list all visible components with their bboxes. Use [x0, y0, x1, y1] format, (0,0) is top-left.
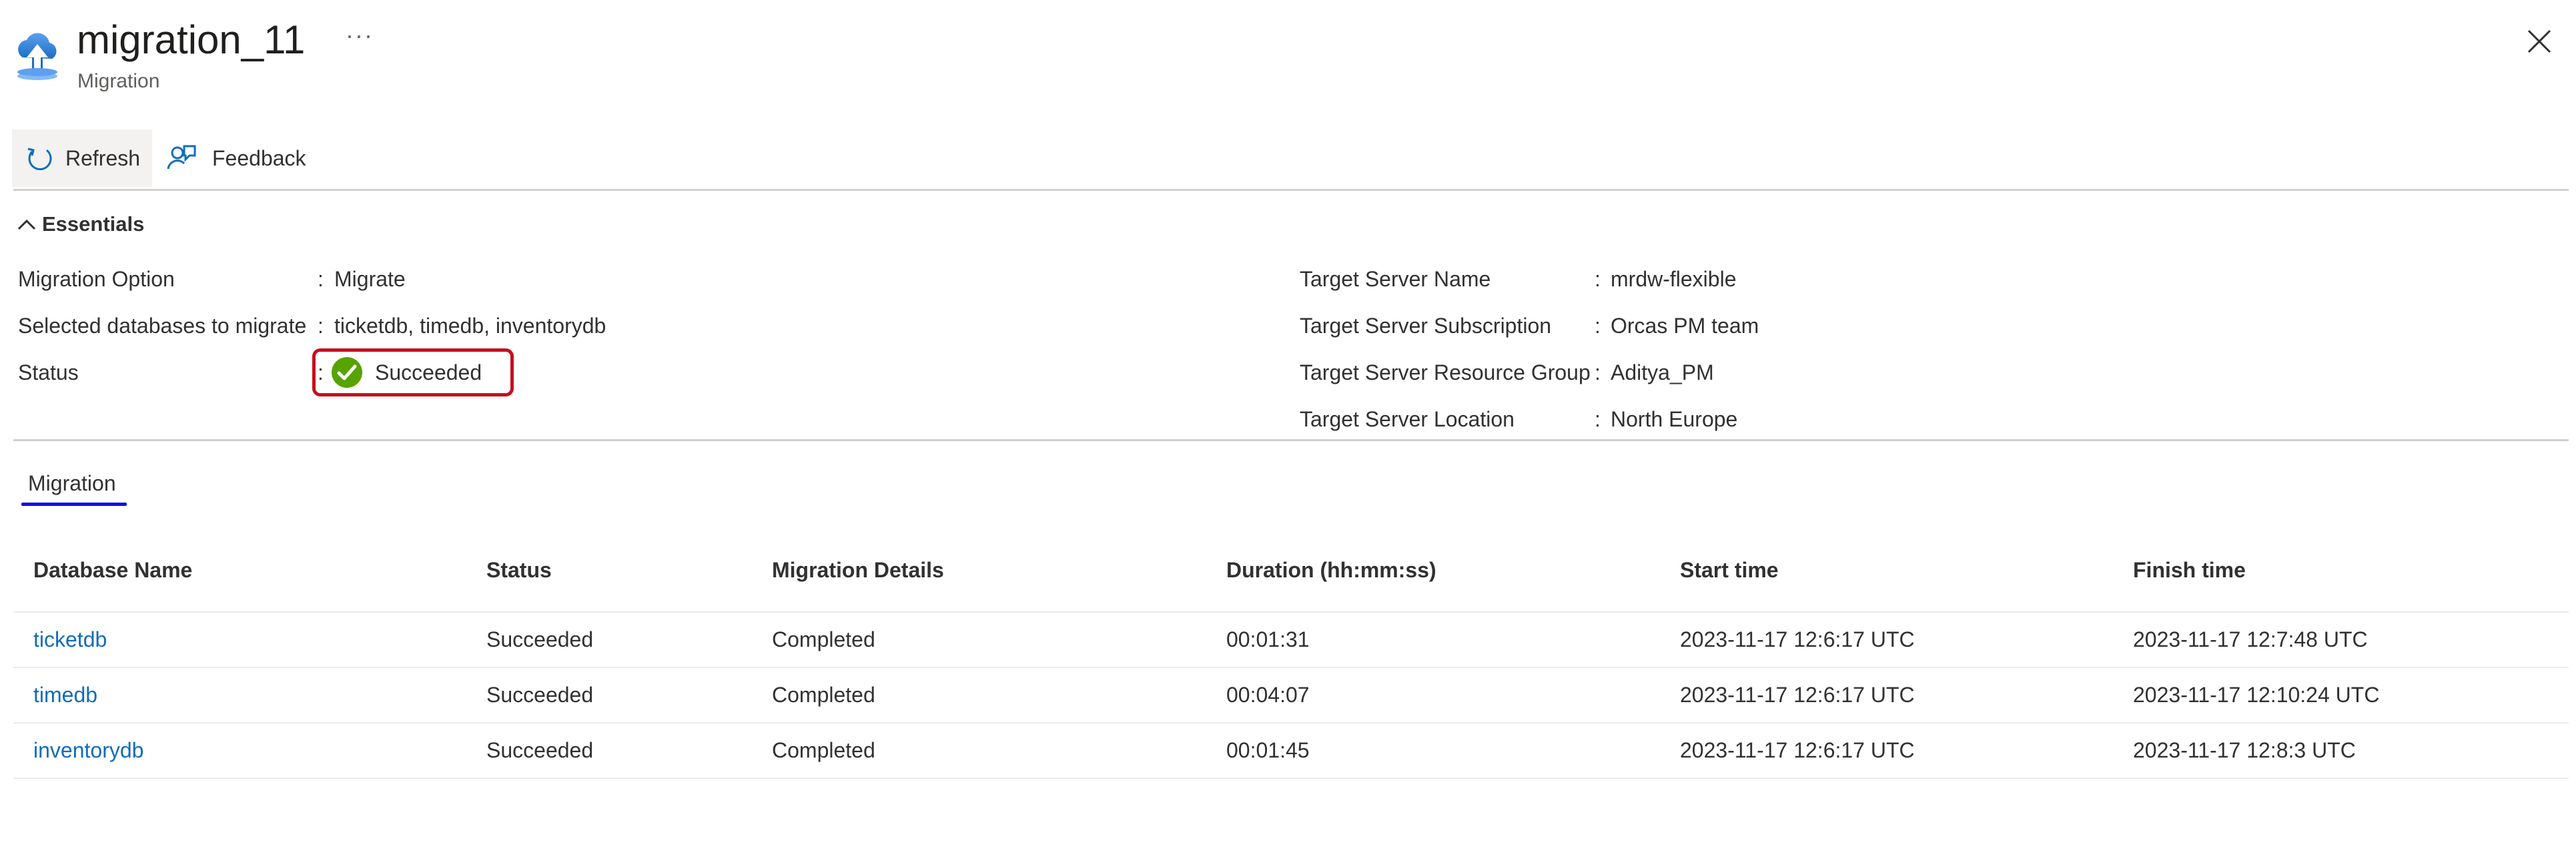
separator: : [318, 314, 324, 338]
database-link[interactable]: timedb [33, 683, 97, 707]
separator: : [1595, 360, 1601, 384]
column-header[interactable]: Duration (hh:mm:ss) [1226, 558, 1436, 583]
row-divider [13, 611, 2569, 613]
target-server-location-label: Target Server Location [1300, 407, 1515, 431]
target-server-name-value: mrdw-flexible [1611, 267, 1737, 291]
separator: : [1595, 267, 1601, 291]
status-value: Succeeded [375, 360, 482, 384]
separator: : [1595, 314, 1601, 338]
status-label: Status [18, 360, 79, 384]
row-divider [13, 778, 2569, 779]
column-header[interactable]: Start time [1680, 558, 1779, 583]
essentials-divider [13, 439, 2569, 441]
table-cell: Completed [772, 683, 875, 707]
table-cell: 2023-11-17 12:6:17 UTC [1680, 738, 1915, 762]
target-server-name-label: Target Server Name [1300, 267, 1491, 291]
table-cell: 00:01:31 [1226, 627, 1310, 651]
refresh-button[interactable]: Refresh [12, 129, 152, 187]
database-link[interactable]: ticketdb [33, 627, 107, 652]
table-cell: 2023-11-17 12:8:3 UTC [2133, 738, 2356, 762]
feedback-button[interactable]: Feedback [160, 129, 327, 187]
tab-active-indicator [21, 503, 127, 506]
table-cell: Completed [772, 738, 875, 762]
table-cell: 2023-11-17 12:10:24 UTC [2133, 683, 2380, 707]
column-header[interactable]: Status [486, 558, 552, 583]
table-cell: Succeeded [486, 738, 594, 762]
target-resource-group-label: Target Server Resource Group [1300, 360, 1591, 384]
refresh-label: Refresh [65, 146, 141, 170]
essentials-label: Essentials [42, 212, 145, 236]
table-cell: 00:01:45 [1226, 738, 1310, 762]
migration-option-label: Migration Option [18, 267, 175, 291]
feedback-label: Feedback [212, 146, 306, 170]
table-cell: 00:04:07 [1226, 683, 1310, 707]
close-icon[interactable] [2525, 27, 2554, 56]
more-options-button[interactable]: ··· [346, 21, 374, 49]
database-link[interactable]: inventorydb [33, 738, 143, 763]
column-header[interactable]: Database Name [33, 558, 192, 583]
column-header[interactable]: Finish time [2133, 558, 2246, 583]
table-cell: 2023-11-17 12:7:48 UTC [2133, 627, 2368, 651]
tab-migration[interactable]: Migration [28, 471, 116, 496]
target-server-subscription-label: Target Server Subscription [1300, 314, 1552, 338]
chevron-up-icon [17, 219, 36, 230]
row-divider [13, 722, 2569, 724]
separator: : [1595, 407, 1601, 431]
table-cell: 2023-11-17 12:6:17 UTC [1680, 683, 1915, 707]
row-divider [13, 667, 2569, 668]
page-subtitle: Migration [77, 70, 160, 92]
separator: : [318, 267, 324, 291]
target-resource-group-value: Aditya_PM [1611, 360, 1714, 384]
migration-option-value: Migrate [334, 267, 406, 291]
refresh-icon [27, 148, 52, 171]
essentials-toggle[interactable]: Essentials [17, 212, 144, 236]
cloud-upload-icon [17, 33, 57, 80]
toolbar-divider [13, 189, 2569, 191]
selected-databases-label: Selected databases to migrate [18, 314, 307, 338]
feedback-icon [167, 145, 196, 170]
table-cell: Succeeded [486, 683, 594, 707]
target-server-location-value: North Europe [1611, 407, 1738, 431]
target-server-subscription-value: Orcas PM team [1611, 314, 1759, 338]
table-cell: Succeeded [486, 627, 594, 651]
page-title: migration_11 [77, 17, 306, 62]
success-check-icon [332, 357, 362, 388]
selected-databases-value: ticketdb, timedb, inventorydb [334, 314, 606, 338]
table-cell: 2023-11-17 12:6:17 UTC [1680, 627, 1915, 651]
table-cell: Completed [772, 627, 875, 651]
column-header[interactable]: Migration Details [772, 558, 944, 583]
